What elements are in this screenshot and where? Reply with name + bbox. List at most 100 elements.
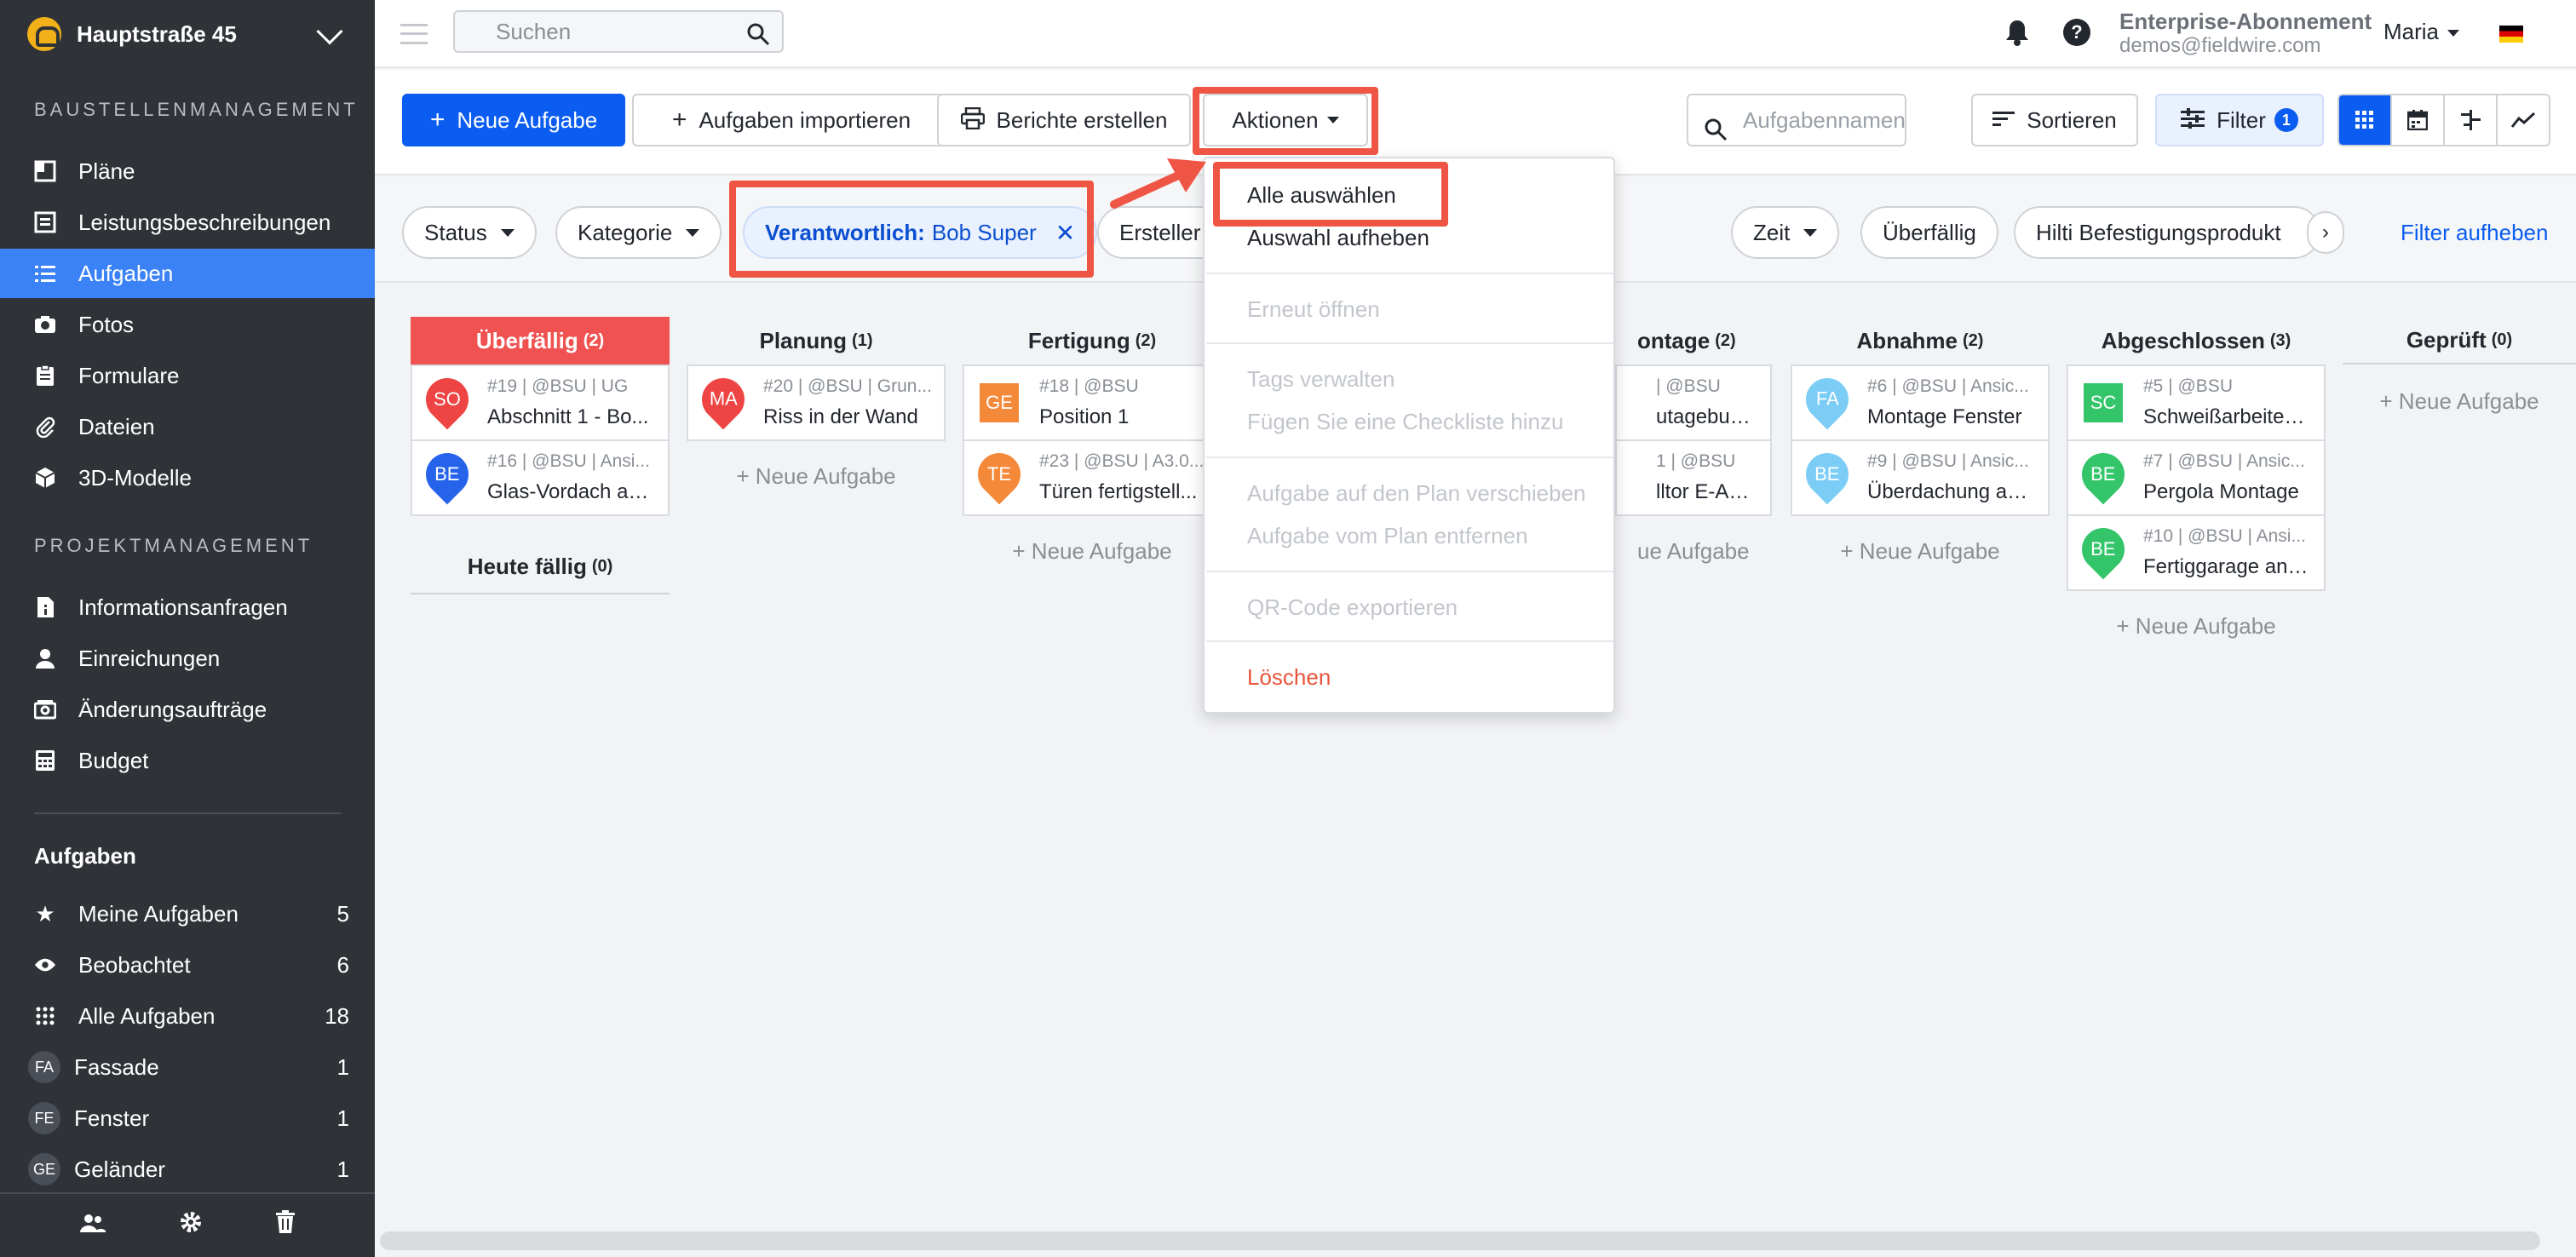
gear-icon[interactable] [179, 1210, 203, 1241]
menu-item-manage-tags: Tags verwalten [1247, 366, 1395, 392]
sidebar-item-3d-models[interactable]: 3D-Modelle [0, 453, 375, 502]
hamburger-menu-icon[interactable] [400, 24, 428, 44]
sidebar-item-submittals[interactable]: Einreichungen [0, 634, 375, 683]
task-title: lltor E-Antrie... [1656, 480, 1758, 503]
global-search-input[interactable]: Suchen [453, 10, 784, 53]
category-initials: SC [2090, 392, 2117, 413]
import-tasks-button[interactable]: + Aufgaben importieren [632, 94, 951, 146]
sidebar-item-files[interactable]: Dateien [0, 402, 375, 451]
add-task-link[interactable]: + Neue Aufgabe [963, 538, 1222, 565]
account-email: demos@fieldwire.com [2119, 34, 2321, 57]
trash-icon[interactable] [275, 1210, 296, 1241]
bell-icon[interactable] [2002, 17, 2033, 48]
column-count: (2) [583, 330, 605, 350]
task-meta: #19 | @BSU | UG [487, 376, 629, 396]
add-task-link[interactable]: + Neue Aufgabe [1791, 538, 2050, 565]
paperclip-icon [34, 416, 56, 438]
filter-chip-overdue[interactable]: Überfällig [1860, 206, 1998, 259]
sidebar-item-forms[interactable]: Formulare [0, 351, 375, 400]
chip-label: Überfällig [1883, 219, 1976, 245]
task-card[interactable]: BE #9 | @BSU | Ansic... Überdachung an .… [1791, 439, 2050, 516]
filter-button[interactable]: Filter 1 [2155, 94, 2324, 146]
import-tasks-label: Aufgaben importieren [699, 106, 911, 133]
task-card[interactable]: SO #19 | @BSU | UG Abschnitt 1 - Bo... [411, 364, 670, 441]
add-task-link[interactable]: ue Aufgabe [1615, 538, 1772, 565]
sidebar-filter-my-tasks[interactable]: ★ Meine Aufgaben 5 [0, 889, 375, 938]
sort-icon [1992, 109, 2015, 131]
plus-icon: + [671, 106, 687, 134]
sidebar-filter-gelaender[interactable]: GE Geländer 1 [0, 1145, 375, 1194]
sidebar-filter-all-tasks[interactable]: Alle Aufgaben 18 [0, 991, 375, 1041]
chip-label: Status [424, 219, 487, 245]
horizontal-scrollbar[interactable] [380, 1231, 2540, 1250]
sidebar-filter-label: Fenster [74, 1105, 150, 1131]
assignee-initials: BE [2090, 538, 2116, 560]
task-card[interactable]: | @BSU utagebuch au... [1615, 364, 1772, 441]
calendar-view-icon[interactable] [2392, 95, 2445, 145]
sidebar-filter-count: 1 [336, 1105, 349, 1131]
submittal-icon [34, 647, 56, 669]
column-header-reviewed: Geprüft (0) [2343, 317, 2576, 364]
task-card[interactable]: TE #23 | @BSU | A3.0... Türen fertigstel… [963, 439, 1222, 516]
create-reports-button[interactable]: Berichte erstellen [937, 94, 1191, 146]
task-card[interactable]: BE #7 | @BSU | Ansic... Pergola Montage [2067, 439, 2326, 516]
sort-label: Sortieren [2027, 106, 2117, 133]
filter-chip-hilti[interactable]: Hilti Befestigungsprodukt [2014, 206, 2320, 259]
assignee-pin-icon: BE [417, 444, 478, 505]
sidebar-item-specs[interactable]: Leistungsbeschreibungen [0, 198, 375, 247]
add-task-link[interactable]: + Neue Aufgabe [2343, 388, 2576, 415]
chart-view-icon[interactable] [2498, 95, 2549, 145]
task-meta: #20 | @BSU | Grun... [763, 376, 932, 396]
add-task-link[interactable]: + Neue Aufgabe [687, 463, 946, 490]
category-square-icon: GE [980, 383, 1019, 422]
sidebar-filter-fenster[interactable]: FE Fenster 1 [0, 1093, 375, 1143]
task-card[interactable]: MA #20 | @BSU | Grun... Riss in der Wand [687, 364, 946, 441]
task-meta: 1 | @BSU [1656, 451, 1736, 471]
filter-chip-status[interactable]: Status [402, 206, 537, 259]
board-view-grid-icon[interactable] [2339, 95, 2392, 145]
sidebar-item-photos[interactable]: Fotos [0, 300, 375, 349]
task-card[interactable]: SC #5 | @BSU Schweißarbeiten... [2067, 364, 2326, 441]
filter-label: Filter [2217, 106, 2266, 133]
menu-item-export-qr: QR-Code exportieren [1247, 594, 1458, 620]
column-header-completed: Abgeschlossen (3) [2067, 317, 2326, 364]
sidebar-item-change-orders[interactable]: Änderungsaufträge [0, 685, 375, 734]
sidebar-item-rfi[interactable]: Informationsanfragen [0, 583, 375, 632]
task-card[interactable]: FA #6 | @BSU | Ansic... Montage Fenster [1791, 364, 2050, 441]
task-card[interactable]: GE #18 | @BSU Position 1 [963, 364, 1222, 441]
search-icon [746, 19, 770, 58]
filter-chip-category[interactable]: Kategorie [555, 206, 722, 259]
task-card[interactable]: BE #10 | @BSU | Ansi... Fertiggarage anb… [2067, 514, 2326, 591]
project-name: Hauptstraße 45 [77, 20, 237, 47]
sidebar-item-budget[interactable]: Budget [0, 736, 375, 785]
chevron-right-icon[interactable]: › [2307, 211, 2344, 254]
add-task-link[interactable]: + Neue Aufgabe [2067, 613, 2326, 640]
menu-item-deselect[interactable]: Auswahl aufheben [1247, 225, 1429, 251]
sliders-icon [2181, 108, 2205, 132]
sidebar-filter-watched[interactable]: Beobachtet 6 [0, 940, 375, 990]
calculator-icon [34, 749, 56, 772]
sidebar-filter-label: Alle Aufgaben [78, 1002, 216, 1029]
menu-item-delete[interactable]: Löschen [1247, 664, 1331, 691]
clear-filter-link[interactable]: Filter aufheben [2401, 220, 2548, 246]
help-icon[interactable]: ? [2061, 17, 2092, 48]
assignee-pin-icon: BE [2073, 444, 2134, 505]
task-card[interactable]: 1 | @BSU lltor E-Antrie... [1615, 439, 1772, 516]
project-switcher[interactable]: Hauptstraße 45 [0, 0, 375, 68]
sidebar-item-tasks[interactable]: Aufgaben [0, 249, 375, 298]
menu-item-remove-from-plan: Aufgabe vom Plan entfernen [1247, 523, 1528, 548]
filter-chip-time[interactable]: Zeit [1731, 206, 1840, 259]
sidebar-item-plans[interactable]: Pläne [0, 146, 375, 196]
user-menu[interactable]: Maria [2383, 19, 2460, 45]
task-name-search-input[interactable]: Aufgabennamen s [1687, 94, 1906, 146]
gantt-view-icon[interactable] [2445, 95, 2498, 145]
sort-button[interactable]: Sortieren [1971, 94, 2138, 146]
task-meta: #7 | @BSU | Ansic... [2143, 451, 2305, 471]
german-flag-icon[interactable] [2499, 26, 2523, 43]
new-task-button[interactable]: + Neue Aufgabe [402, 94, 625, 146]
tasks-icon [34, 262, 56, 284]
sidebar-filter-fassade[interactable]: FA Fassade 1 [0, 1042, 375, 1092]
people-icon[interactable] [79, 1211, 106, 1240]
task-meta: #23 | @BSU | A3.0... [1039, 451, 1205, 471]
task-card[interactable]: BE #16 | @BSU | Ansi... Glas-Vordach an.… [411, 439, 670, 516]
